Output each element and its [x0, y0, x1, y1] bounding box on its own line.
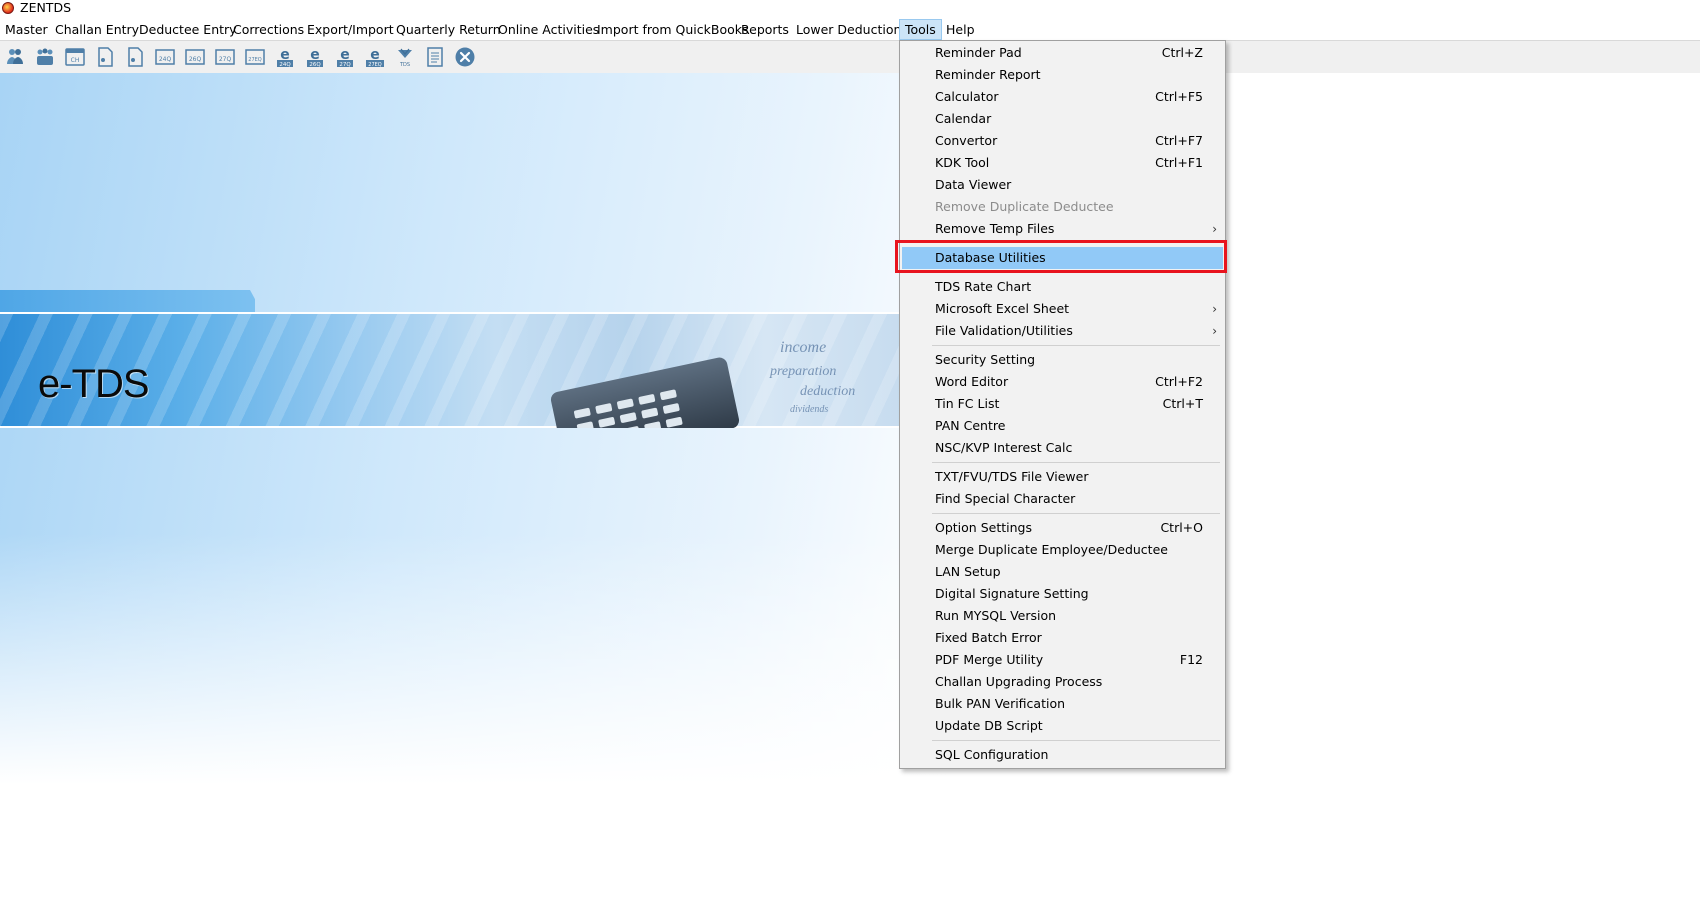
menu-item-file-viewer[interactable]: TXT/FVU/TDS File Viewer [902, 466, 1223, 488]
menu-import-quickbooks[interactable]: Import from QuickBooks [592, 19, 754, 40]
efile-26q-icon[interactable]: e 26Q [304, 46, 326, 68]
efile-24q-icon[interactable]: e 24Q [274, 46, 296, 68]
menu-item-merge-duplicate[interactable]: Merge Duplicate Employee/Deductee [902, 539, 1223, 561]
menu-item-word-editor[interactable]: Word Editor Ctrl+F2 [902, 371, 1223, 393]
efile-27eq-icon[interactable]: e 27EQ [364, 46, 386, 68]
menu-item-file-validation[interactable]: File Validation/Utilities › [902, 320, 1223, 342]
menu-item-microsoft-excel-sheet[interactable]: Microsoft Excel Sheet › [902, 298, 1223, 320]
menu-separator [932, 345, 1220, 346]
menu-separator [932, 740, 1220, 741]
menu-tools[interactable]: Tools [899, 19, 942, 40]
submenu-arrow-icon: › [1212, 302, 1217, 316]
menu-item-pan-centre[interactable]: PAN Centre [902, 415, 1223, 437]
menu-master[interactable]: Master [0, 19, 53, 40]
menu-item-kdk-tool[interactable]: KDK Tool Ctrl+F1 [902, 152, 1223, 174]
tools-dropdown-menu: Reminder Pad Ctrl+Z Reminder Report Calcu… [899, 40, 1226, 769]
efile-24q-text: 24Q [279, 62, 291, 68]
efile-27eq-text: 27EQ [368, 62, 382, 68]
menu-item-remove-temp-files[interactable]: Remove Temp Files › [902, 218, 1223, 240]
menu-separator [932, 513, 1220, 514]
menu-export-import[interactable]: Export/Import [302, 19, 399, 40]
challan-icon-text: CH [71, 57, 80, 64]
menu-item-bulk-pan-verification[interactable]: Bulk PAN Verification [902, 693, 1223, 715]
menu-separator [932, 462, 1220, 463]
menu-item-sql-configuration[interactable]: SQL Configuration [902, 744, 1223, 766]
window-title: ZENTDS [20, 0, 72, 15]
deductees-icon[interactable] [34, 46, 56, 68]
deductor-icon[interactable] [4, 46, 26, 68]
menu-item-tds-rate-chart[interactable]: TDS Rate Chart [902, 276, 1223, 298]
title-bar: ZENTDS [0, 0, 1700, 16]
document-icon[interactable] [124, 46, 146, 68]
menu-help[interactable]: Help [941, 19, 980, 40]
menu-item-reminder-report[interactable]: Reminder Report [902, 64, 1223, 86]
menu-deductee-entry[interactable]: Deductee Entry [134, 19, 242, 40]
form-26q-icon[interactable]: 26Q [184, 46, 206, 68]
menu-online-activities[interactable]: Online Activities [493, 19, 604, 40]
menu-item-update-db-script[interactable]: Update DB Script [902, 715, 1223, 737]
menu-quarterly-return[interactable]: Quarterly Return [391, 19, 506, 40]
main-workspace [0, 73, 1700, 910]
calculator-image [549, 356, 741, 428]
menu-item-tin-fc-list[interactable]: Tin FC List Ctrl+T [902, 393, 1223, 415]
form-24q-icon[interactable]: 24Q [154, 46, 176, 68]
tds-logo-icon[interactable]: TDS [394, 46, 416, 68]
submenu-arrow-icon: › [1212, 324, 1217, 338]
menu-bar: Master Challan Entry Deductee Entry Corr… [0, 19, 1700, 41]
app-logo-icon [2, 2, 14, 14]
menu-lower-deductions[interactable]: Lower Deductions [791, 19, 913, 40]
menu-item-lan-setup[interactable]: LAN Setup [902, 561, 1223, 583]
form-26q-text: 26Q [189, 56, 202, 63]
banner-title: e-TDS [38, 362, 150, 406]
toolbar: CH 24Q 26Q 27Q 27EQ e 24Q e 26Q e 27Q e 27EQ… [0, 41, 1700, 73]
menu-item-pdf-merge-utility[interactable]: PDF Merge Utility F12 [902, 649, 1223, 671]
banner-decor-text: preparation [770, 364, 837, 379]
banner-tab [0, 290, 255, 312]
menu-item-challan-upgrading-process[interactable]: Challan Upgrading Process [902, 671, 1223, 693]
efile-27q-icon[interactable]: e 27Q [334, 46, 356, 68]
etds-banner: income preparation deduction dividends e… [0, 290, 900, 428]
highlight-annotation-box [895, 240, 1227, 273]
menu-item-remove-duplicate-deductee: Remove Duplicate Deductee [935, 199, 1114, 214]
menu-reports[interactable]: Reports [736, 19, 794, 40]
document-icon[interactable] [94, 46, 116, 68]
menu-item-nsc-kvp-interest-calc[interactable]: NSC/KVP Interest Calc [902, 437, 1223, 459]
form-24q-text: 24Q [159, 56, 172, 63]
menu-item-convertor[interactable]: Convertor Ctrl+F7 [902, 130, 1223, 152]
form-27eq-text: 27EQ [248, 57, 262, 63]
form-27q-text: 27Q [219, 56, 232, 63]
tds-logo-text: TDS [399, 62, 410, 68]
menu-item-data-viewer[interactable]: Data Viewer [902, 174, 1223, 196]
efile-26q-text: 26Q [309, 62, 321, 68]
menu-item-digital-signature-setting[interactable]: Digital Signature Setting [902, 583, 1223, 605]
banner-decor-text: deduction [800, 384, 856, 399]
banner-strip: income preparation deduction dividends e… [0, 312, 900, 428]
menu-item-find-special-character[interactable]: Find Special Character [902, 488, 1223, 510]
menu-challan-entry[interactable]: Challan Entry [50, 19, 144, 40]
close-icon[interactable] [454, 46, 476, 68]
menu-item-calculator[interactable]: Calculator Ctrl+F5 [902, 86, 1223, 108]
form-27eq-icon[interactable]: 27EQ [244, 46, 266, 68]
menu-corrections[interactable]: Corrections [228, 19, 309, 40]
menu-item-calendar[interactable]: Calendar [902, 108, 1223, 130]
menu-item-fixed-batch-error[interactable]: Fixed Batch Error [902, 627, 1223, 649]
efile-27q-text: 27Q [339, 62, 351, 68]
banner-decor-text: income [780, 339, 827, 356]
menu-item-reminder-pad[interactable]: Reminder Pad Ctrl+Z [902, 42, 1223, 64]
menu-item-run-mysql-version[interactable]: Run MYSQL Version [902, 605, 1223, 627]
form-27q-icon[interactable]: 27Q [214, 46, 236, 68]
notepad-icon[interactable] [424, 46, 446, 68]
banner-decor-text: dividends [790, 404, 829, 415]
menu-item-option-settings[interactable]: Option Settings Ctrl+O [902, 517, 1223, 539]
challan-icon[interactable]: CH [64, 46, 86, 68]
menu-item-security-setting[interactable]: Security Setting [902, 349, 1223, 371]
submenu-arrow-icon: › [1212, 222, 1217, 236]
